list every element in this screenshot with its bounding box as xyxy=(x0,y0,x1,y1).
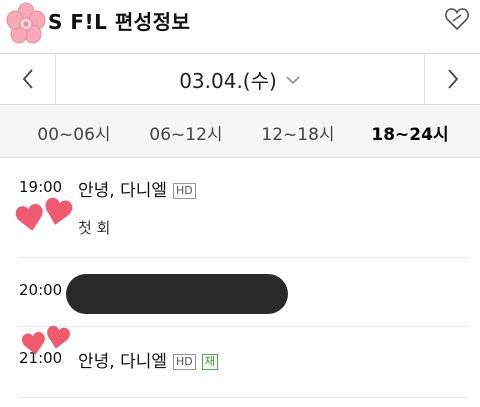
program-title-row[interactable]: 안녕, 다니엘 HD xyxy=(78,176,196,201)
tab-06-12[interactable]: 06~12시 xyxy=(130,106,242,158)
page-title: S F!L 편성정보 xyxy=(48,10,191,34)
chevron-right-icon xyxy=(447,69,458,89)
row-divider xyxy=(18,397,468,398)
date-dropdown[interactable]: 03.04.(수) xyxy=(56,54,424,104)
current-date: 03.04.(수) xyxy=(179,68,277,93)
prev-day-button[interactable] xyxy=(0,54,56,104)
program-title: 안녕, 다니엘 xyxy=(78,181,168,201)
date-selector-bar: 03.04.(수) xyxy=(0,53,480,105)
program-subtitle: 첫 회 xyxy=(78,219,111,237)
tab-18-24[interactable]: 18~24시 xyxy=(354,106,466,158)
program-title-row[interactable]: 안녕, 다니엘 HD 재 xyxy=(78,347,218,372)
program-title: 안녕, 다니엘 xyxy=(78,352,168,372)
hd-badge: HD xyxy=(173,183,196,199)
chevron-down-icon xyxy=(286,76,300,85)
tab-00-06[interactable]: 00~06시 xyxy=(18,106,130,158)
flower-sticker-icon xyxy=(6,2,46,44)
time-range-tabs: 00~06시 06~12시 12~18시 18~24시 xyxy=(0,106,480,158)
favorite-heart-icon[interactable] xyxy=(444,6,470,32)
chevron-left-icon xyxy=(22,69,33,89)
rerun-badge: 재 xyxy=(201,354,218,370)
program-time: 19:00 xyxy=(19,178,63,196)
redacted-program-title xyxy=(66,274,288,314)
next-day-button[interactable] xyxy=(424,54,480,104)
tab-12-18[interactable]: 12~18시 xyxy=(242,106,354,158)
heart-sticker-icon xyxy=(21,325,70,355)
heart-sticker-icon xyxy=(15,197,73,231)
hd-badge: HD xyxy=(173,354,196,370)
program-time: 20:00 xyxy=(19,281,63,299)
row-divider xyxy=(18,326,468,327)
row-divider xyxy=(18,257,468,258)
app-header: S F!L 편성정보 xyxy=(0,0,480,46)
